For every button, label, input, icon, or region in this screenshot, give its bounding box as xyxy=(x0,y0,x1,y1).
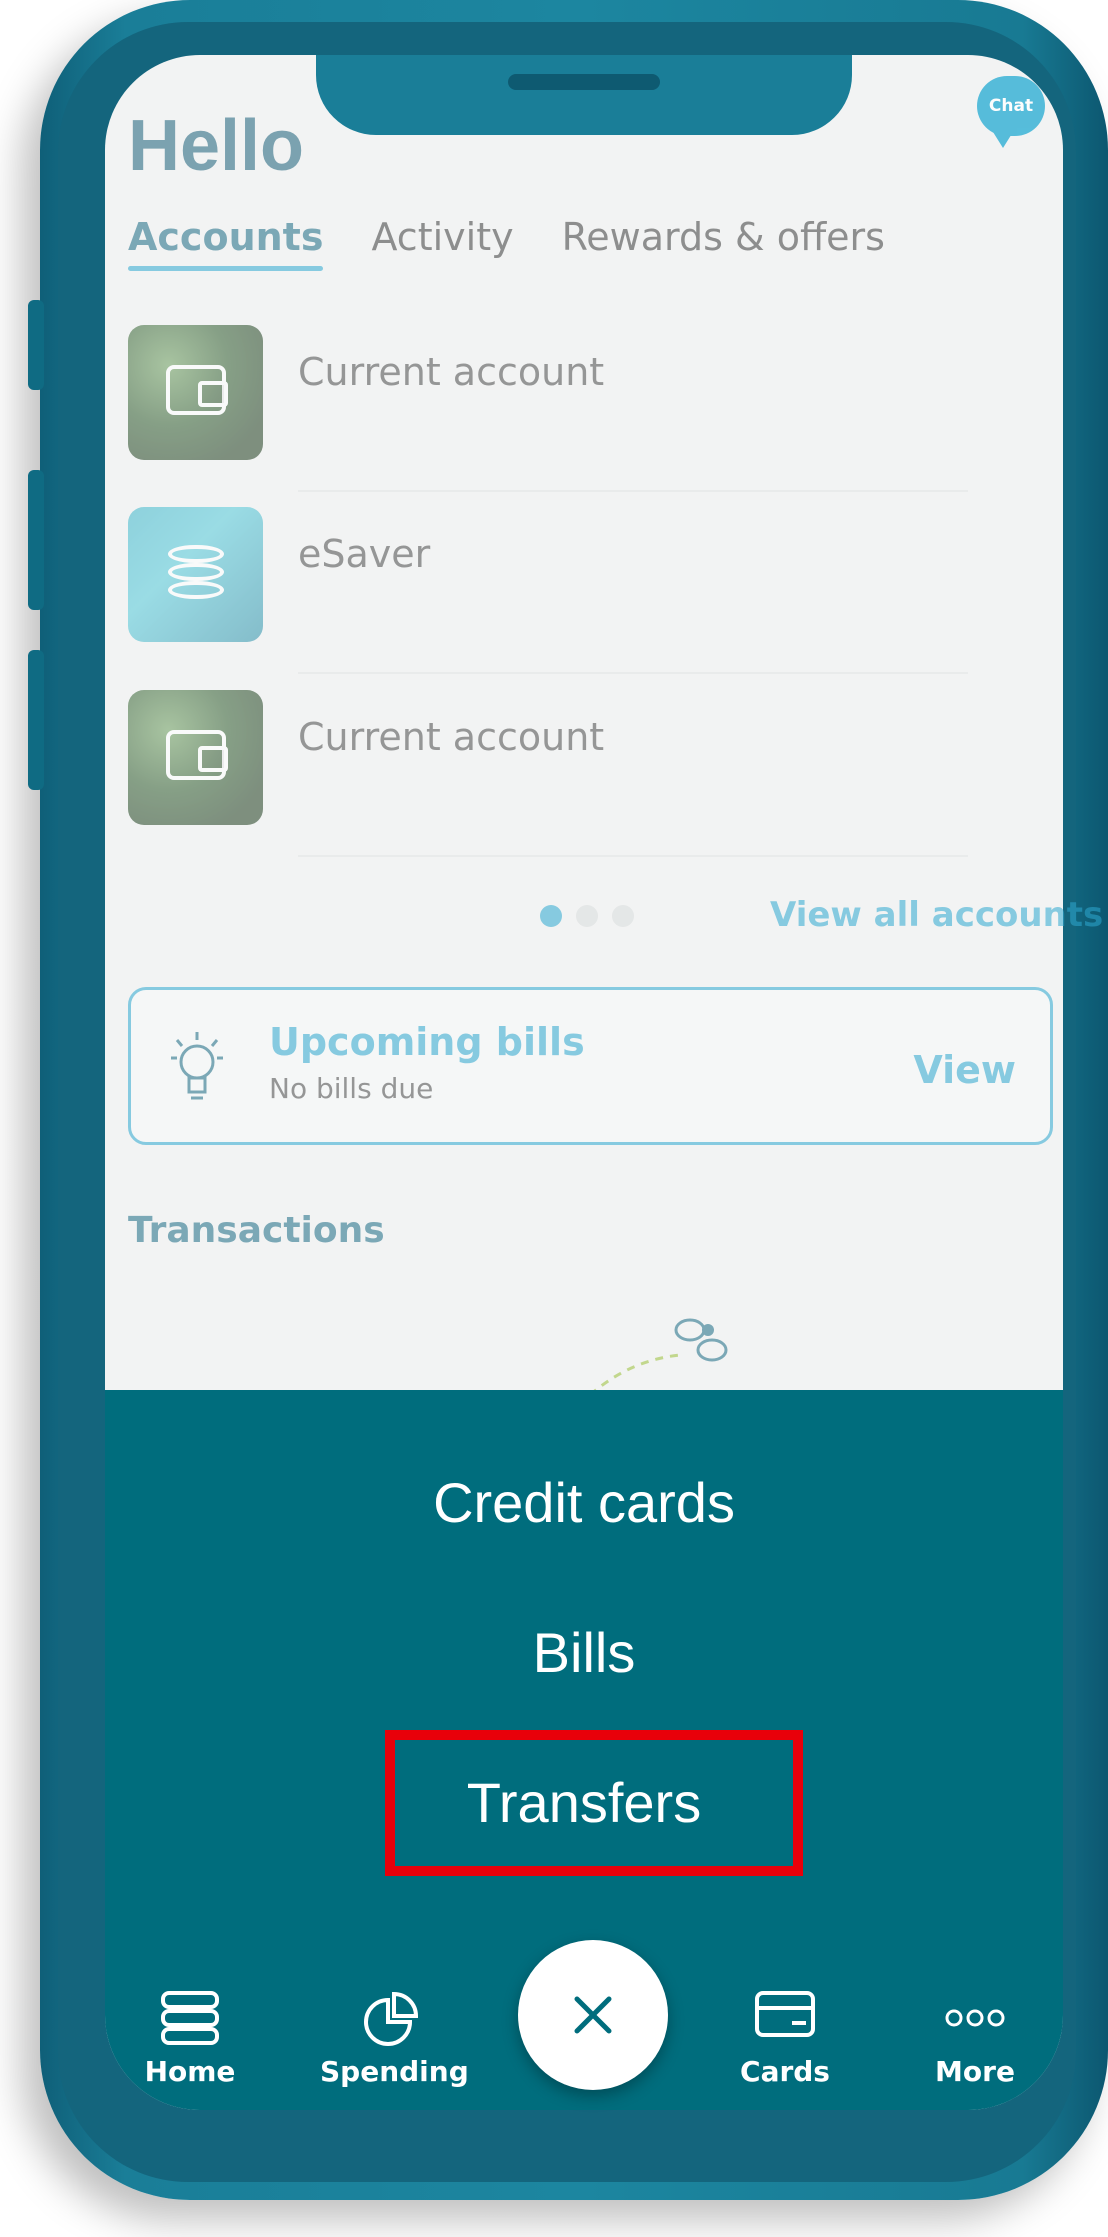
upcoming-bills-card[interactable]: Upcoming bills No bills due View xyxy=(128,987,1053,1145)
close-menu-button[interactable] xyxy=(518,1940,668,2090)
menu-item-bills[interactable]: Bills xyxy=(105,1620,1063,1685)
account-row[interactable]: eSaver xyxy=(128,507,968,674)
side-button xyxy=(28,470,44,610)
bills-view-link[interactable]: View xyxy=(913,1048,1016,1092)
divider xyxy=(298,490,968,492)
account-name: Current account xyxy=(298,715,605,759)
phone-notch xyxy=(316,55,852,135)
side-button xyxy=(28,300,44,390)
pager-dot[interactable] xyxy=(612,905,634,927)
view-all-accounts-link[interactable]: View all accounts xyxy=(770,895,1103,935)
chat-label: Chat xyxy=(988,96,1034,116)
transactions-heading: Transactions xyxy=(128,1210,385,1251)
home-stack-icon xyxy=(161,1991,219,2045)
pager-dot[interactable] xyxy=(540,905,562,927)
close-icon xyxy=(574,1996,612,2034)
more-dots-icon xyxy=(945,2009,1005,2027)
transfers-highlight xyxy=(385,1730,803,1876)
bills-title: Upcoming bills xyxy=(269,1020,585,1064)
quick-actions-sheet: Credit cards Bills Transfers Home Spendi… xyxy=(105,1390,1063,2110)
tab-activity[interactable]: Activity xyxy=(371,215,513,259)
wallet-icon xyxy=(166,730,228,780)
greeting-title: Hello xyxy=(128,106,305,186)
bills-subtitle: No bills due xyxy=(269,1072,434,1105)
nav-more-label: More xyxy=(935,2055,1015,2088)
account-name: Current account xyxy=(298,350,605,394)
tab-bar: Accounts Activity Rewards & offers xyxy=(128,215,885,271)
lightbulb-icon xyxy=(171,1032,223,1100)
nav-cards-label: Cards xyxy=(740,2055,830,2088)
nav-spending-label: Spending xyxy=(320,2055,469,2088)
account-name: eSaver xyxy=(298,532,431,576)
divider xyxy=(298,672,968,674)
phone-speaker xyxy=(508,74,660,90)
menu-item-credit-cards[interactable]: Credit cards xyxy=(105,1470,1063,1535)
account-row[interactable]: Current account xyxy=(128,325,968,492)
tab-accounts[interactable]: Accounts xyxy=(128,215,324,271)
accounts-pager xyxy=(540,905,634,927)
divider xyxy=(298,855,968,857)
pie-chart-icon xyxy=(364,1991,419,2046)
account-thumbnail xyxy=(128,325,263,460)
pager-dot[interactable] xyxy=(576,905,598,927)
card-icon xyxy=(755,1991,815,2037)
account-row[interactable]: Current account xyxy=(128,690,968,857)
chat-button[interactable]: Chat xyxy=(977,76,1045,148)
coins-icon xyxy=(168,545,224,605)
wallet-icon xyxy=(166,365,228,415)
bee-doodle-icon xyxy=(590,1318,728,1397)
side-button xyxy=(28,650,44,790)
nav-home-label: Home xyxy=(144,2055,236,2088)
account-thumbnail xyxy=(128,507,263,642)
account-thumbnail xyxy=(128,690,263,825)
tab-rewards-offers[interactable]: Rewards & offers xyxy=(562,215,885,259)
